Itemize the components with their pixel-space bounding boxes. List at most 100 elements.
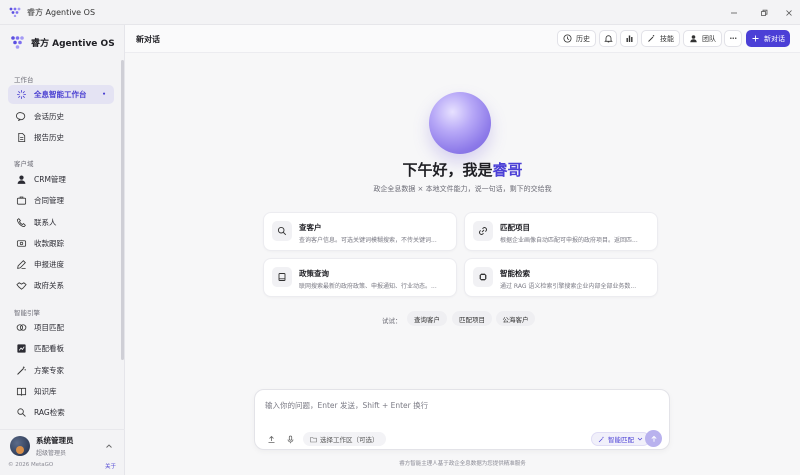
card-description: 根据企业画像自动匹配可申报的政府项目。返回匹... [500, 237, 638, 244]
chip-icon [473, 267, 493, 287]
sidebar-item-declaration-progress[interactable]: 申报进度 [8, 255, 114, 274]
briefcase-icon [15, 195, 27, 207]
brand-name: 睿方 Agentive OS [31, 39, 115, 49]
suggestion-chip[interactable]: 匹配项目 [452, 311, 492, 326]
upload-icon [268, 435, 274, 443]
mode-selector[interactable]: 智能匹配 [591, 432, 650, 446]
sidebar-item-label: 会话历史 [34, 112, 64, 121]
more-icon: ••• [729, 35, 737, 42]
plus-icon [752, 35, 759, 42]
user-role: 超级管理员 [36, 449, 67, 457]
sidebar-item-label: 政府关系 [34, 281, 64, 290]
sidebar-item-label: 项目匹配 [34, 323, 64, 332]
book-icon [272, 267, 292, 287]
quick-card-customer-lookup[interactable]: 查客户 查询客户信息。可选关键词模糊搜索，不传关键词... [263, 212, 457, 251]
assistant-name: 睿哥 [492, 161, 523, 179]
app-logo-icon [9, 7, 21, 17]
user-name: 系统管理员 [36, 435, 74, 445]
folder-icon [310, 436, 317, 442]
link-icon [15, 322, 27, 334]
minimize-button[interactable] [721, 0, 747, 25]
card-title: 智能检索 [500, 269, 530, 278]
close-window-button[interactable] [776, 0, 800, 25]
about-link[interactable]: 关于 [105, 462, 116, 470]
quick-card-policy-query[interactable]: 政策查询 联网搜索最新的政府政策、申报通知、行业动态。... [263, 258, 457, 297]
more-button[interactable]: ••• [724, 30, 742, 47]
brand[interactable]: 睿方 Agentive OS [10, 35, 115, 50]
greeting-subtitle: 政企全息数据 × 本地文件能力，说一句话，剩下的交给我 [373, 185, 552, 193]
restore-icon [761, 9, 768, 16]
new-chat-label: 新对话 [764, 34, 785, 43]
active-dot: • [102, 91, 106, 98]
avatar [10, 435, 30, 456]
notifications-button[interactable] [599, 30, 617, 47]
main-content: 新对话 历史 技能 团队 ••• 新对话 下午好，我是睿哥 政企全息数据 × 本… [125, 25, 800, 475]
sidebar-item-label: 申报进度 [34, 260, 64, 269]
sidebar-item-label: 全息智能工作台 [34, 90, 87, 99]
message-input[interactable]: 输入你的问题，Enter 发送，Shift + Enter 换行 [265, 400, 428, 411]
sidebar-item-chat-history[interactable]: 会话历史 [8, 107, 114, 126]
new-chat-button[interactable]: 新对话 [746, 30, 790, 47]
sidebar-item-label: 收款跟踪 [34, 239, 64, 248]
money-icon [15, 238, 27, 250]
workspace-label: 选择工作区（可选） [320, 436, 379, 444]
sidebar-item-contacts[interactable]: 联系人 [8, 213, 114, 232]
document-icon [15, 132, 27, 144]
restore-button[interactable] [751, 0, 777, 25]
mode-label: 智能匹配 [608, 436, 634, 444]
link-icon [473, 221, 493, 241]
card-description: 查询客户信息。可选关键词模糊搜索，不传关键词... [299, 237, 437, 244]
sidebar-item-solution-expert[interactable]: 方案专家 [8, 361, 114, 380]
search-icon [272, 221, 292, 241]
sidebar-scrollbar[interactable] [121, 60, 124, 360]
clock-icon [563, 34, 572, 43]
upload-button[interactable] [265, 433, 277, 445]
arrow-up-icon [650, 435, 657, 442]
send-button[interactable] [645, 430, 662, 447]
sidebar-item-label: 联系人 [34, 218, 57, 227]
card-description: 联网搜索最新的政府政策、申报通知、行业动态。... [299, 283, 437, 290]
skills-label: 技能 [660, 34, 674, 43]
suggestion-chip[interactable]: 公海客户 [496, 311, 535, 326]
sidebar-item-label: 知识库 [34, 387, 57, 396]
team-label: 团队 [702, 34, 716, 43]
sidebar-item-report-history[interactable]: 报告历史 [8, 128, 114, 147]
user-profile[interactable]: 系统管理员 超级管理员 [0, 429, 125, 461]
stats-button[interactable] [620, 30, 638, 47]
wand-icon [648, 35, 655, 42]
magic-wand-icon [15, 365, 27, 377]
suggestion-chip[interactable]: 查询客户 [407, 311, 447, 326]
chart-board-icon [15, 343, 27, 355]
section-title-workbench: 工作台 [14, 76, 34, 84]
sidebar-item-workbench[interactable]: 全息智能工作台 • [8, 85, 114, 104]
composer[interactable]: 输入你的问题，Enter 发送，Shift + Enter 换行 选择工作区（可… [254, 389, 670, 450]
sidebar-item-contracts[interactable]: 合同管理 [8, 191, 114, 210]
sidebar-item-gov-relations[interactable]: 政府关系 [8, 276, 114, 295]
sidebar-item-project-matching[interactable]: 项目匹配 [8, 318, 114, 337]
microphone-button[interactable] [284, 433, 296, 445]
sidebar-item-payments[interactable]: 收款跟踪 [8, 234, 114, 253]
phone-icon [15, 217, 27, 229]
search-icon [15, 407, 27, 419]
chevron-up-icon[interactable] [105, 442, 113, 450]
pen-icon [15, 259, 27, 271]
bar-chart-icon [626, 35, 632, 42]
sidebar-item-rag-search[interactable]: RAG检索 [8, 403, 114, 422]
sidebar-item-match-board[interactable]: 匹配看板 [8, 339, 114, 358]
quick-card-smart-search[interactable]: 智能检索 通过 RAG 语义检索引擎搜索企业内部全部业务数... [464, 258, 658, 297]
card-title: 匹配项目 [500, 223, 530, 232]
history-label: 历史 [576, 34, 590, 43]
history-button[interactable]: 历史 [557, 30, 596, 47]
disclaimer: 睿方智能主理人基于政企全息数据为您提供精准服务 [399, 461, 526, 467]
bell-icon [603, 35, 613, 43]
microphone-icon [287, 435, 293, 443]
quick-card-project-matching[interactable]: 匹配项目 根据企业画像自动匹配可申报的政府项目。返回匹... [464, 212, 658, 251]
skills-button[interactable]: 技能 [641, 30, 680, 47]
wand-icon [598, 436, 604, 442]
sidebar-item-knowledge-base[interactable]: 知识库 [8, 382, 114, 401]
team-button[interactable]: 团队 [683, 30, 722, 47]
sidebar-item-crm[interactable]: CRM管理 [8, 170, 114, 189]
sidebar-item-label: RAG检索 [34, 408, 65, 417]
section-title-engine: 智能引擎 [14, 309, 40, 317]
workspace-selector[interactable]: 选择工作区（可选） [303, 432, 386, 446]
